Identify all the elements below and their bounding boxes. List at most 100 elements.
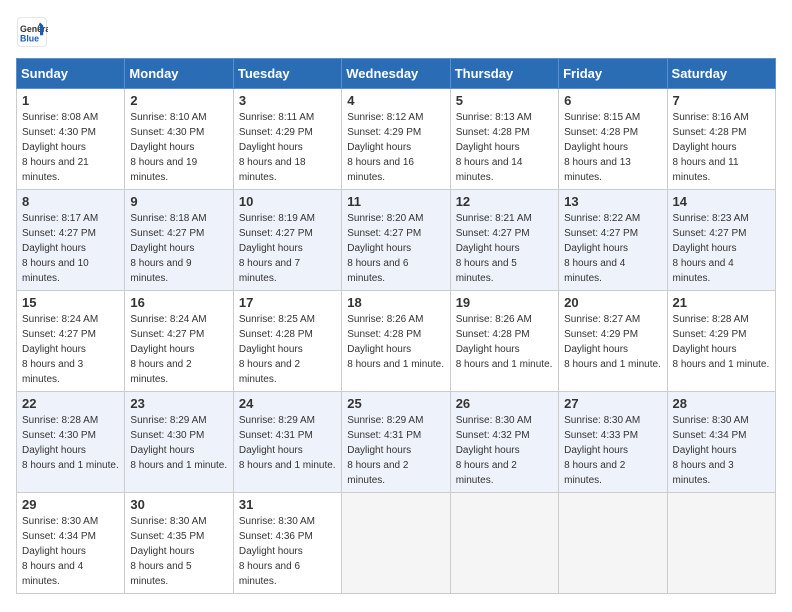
calendar-cell: 29 Sunrise: 8:30 AMSunset: 4:34 PMDayligh… [17,493,125,594]
day-info: Sunrise: 8:13 AMSunset: 4:28 PMDaylight … [456,110,553,185]
calendar-cell: 4 Sunrise: 8:12 AMSunset: 4:29 PMDaylight… [342,89,450,190]
day-info: Sunrise: 8:30 AMSunset: 4:35 PMDaylight … [130,514,227,589]
weekday-header-tuesday: Tuesday [233,59,341,89]
day-number: 4 [347,93,444,108]
day-info: Sunrise: 8:30 AMSunset: 4:34 PMDaylight … [22,514,119,589]
day-number: 7 [673,93,770,108]
day-number: 18 [347,295,444,310]
day-number: 11 [347,194,444,209]
calendar-cell: 12 Sunrise: 8:21 AMSunset: 4:27 PMDayligh… [450,190,558,291]
calendar-cell: 22 Sunrise: 8:28 AMSunset: 4:30 PMDayligh… [17,392,125,493]
svg-text:Blue: Blue [20,34,39,44]
day-number: 27 [564,396,661,411]
day-number: 2 [130,93,227,108]
day-number: 3 [239,93,336,108]
calendar-cell [450,493,558,594]
day-number: 8 [22,194,119,209]
calendar-cell: 10 Sunrise: 8:19 AMSunset: 4:27 PMDayligh… [233,190,341,291]
calendar-cell [342,493,450,594]
day-number: 23 [130,396,227,411]
calendar-week-5: 29 Sunrise: 8:30 AMSunset: 4:34 PMDayligh… [17,493,776,594]
weekday-header-saturday: Saturday [667,59,775,89]
day-number: 12 [456,194,553,209]
day-number: 6 [564,93,661,108]
day-number: 22 [22,396,119,411]
day-number: 13 [564,194,661,209]
day-info: Sunrise: 8:10 AMSunset: 4:30 PMDaylight … [130,110,227,185]
day-info: Sunrise: 8:29 AMSunset: 4:31 PMDaylight … [239,413,336,473]
day-number: 26 [456,396,553,411]
calendar-cell: 25Sunrise: 8:29 AMSunset: 4:31 PMDayligh… [342,392,450,493]
day-info: Sunrise: 8:19 AMSunset: 4:27 PMDaylight … [239,211,336,286]
day-info: Sunrise: 8:29 AMSunset: 4:31 PMDaylight … [347,413,444,488]
day-number: 29 [22,497,119,512]
day-number: 5 [456,93,553,108]
day-info: Sunrise: 8:22 AMSunset: 4:27 PMDaylight … [564,211,661,286]
weekday-header-monday: Monday [125,59,233,89]
calendar-cell: 20 Sunrise: 8:27 AMSunset: 4:29 PMDayligh… [559,291,667,392]
day-info: Sunrise: 8:28 AMSunset: 4:30 PMDaylight … [22,413,119,473]
day-info: Sunrise: 8:18 AMSunset: 4:27 PMDaylight … [130,211,227,286]
calendar-table: SundayMondayTuesdayWednesdayThursdayFrid… [16,58,776,594]
day-number: 30 [130,497,227,512]
day-number: 28 [673,396,770,411]
day-info: Sunrise: 8:30 AMSunset: 4:32 PMDaylight … [456,413,553,488]
day-info: Sunrise: 8:20 AMSunset: 4:27 PMDaylight … [347,211,444,286]
day-info: Sunrise: 8:30 AMSunset: 4:34 PMDaylight … [673,413,770,488]
day-info: Sunrise: 8:26 AMSunset: 4:28 PMDaylight … [456,312,553,372]
calendar-week-3: 15 Sunrise: 8:24 AMSunset: 4:27 PMDayligh… [17,291,776,392]
weekday-header-wednesday: Wednesday [342,59,450,89]
calendar-cell: 31Sunrise: 8:30 AMSunset: 4:36 PMDayligh… [233,493,341,594]
weekday-header-thursday: Thursday [450,59,558,89]
calendar-cell: 30 Sunrise: 8:30 AMSunset: 4:35 PMDayligh… [125,493,233,594]
day-info: Sunrise: 8:26 AMSunset: 4:28 PMDaylight … [347,312,444,372]
weekday-header-friday: Friday [559,59,667,89]
calendar-cell: 17Sunrise: 8:25 AMSunset: 4:28 PMDayligh… [233,291,341,392]
calendar-week-1: 1Sunrise: 8:08 AMSunset: 4:30 PMDaylight… [17,89,776,190]
day-number: 14 [673,194,770,209]
day-info: Sunrise: 8:27 AMSunset: 4:29 PMDaylight … [564,312,661,372]
calendar-cell: 6 Sunrise: 8:15 AMSunset: 4:28 PMDaylight… [559,89,667,190]
calendar-week-2: 8 Sunrise: 8:17 AMSunset: 4:27 PMDaylight… [17,190,776,291]
day-number: 24 [239,396,336,411]
day-info: Sunrise: 8:30 AMSunset: 4:33 PMDaylight … [564,413,661,488]
day-number: 21 [673,295,770,310]
day-info: Sunrise: 8:25 AMSunset: 4:28 PMDaylight … [239,312,336,387]
calendar-cell: 28 Sunrise: 8:30 AMSunset: 4:34 PMDayligh… [667,392,775,493]
day-number: 9 [130,194,227,209]
calendar-cell: 24 Sunrise: 8:29 AMSunset: 4:31 PMDayligh… [233,392,341,493]
calendar-cell [559,493,667,594]
day-info: Sunrise: 8:12 AMSunset: 4:29 PMDaylight … [347,110,444,185]
day-info: Sunrise: 8:11 AMSunset: 4:29 PMDaylight … [239,110,336,185]
day-info: Sunrise: 8:21 AMSunset: 4:27 PMDaylight … [456,211,553,286]
calendar-cell: 14Sunrise: 8:23 AMSunset: 4:27 PMDayligh… [667,190,775,291]
day-number: 16 [130,295,227,310]
calendar-cell: 2 Sunrise: 8:10 AMSunset: 4:30 PMDaylight… [125,89,233,190]
day-info: Sunrise: 8:24 AMSunset: 4:27 PMDaylight … [130,312,227,387]
calendar-cell: 26 Sunrise: 8:30 AMSunset: 4:32 PMDayligh… [450,392,558,493]
calendar-cell: 5 Sunrise: 8:13 AMSunset: 4:28 PMDaylight… [450,89,558,190]
page-header: General Blue [16,16,776,48]
calendar-cell: 21Sunrise: 8:28 AMSunset: 4:29 PMDayligh… [667,291,775,392]
day-number: 10 [239,194,336,209]
svg-text:General: General [20,24,48,34]
calendar-cell: 18 Sunrise: 8:26 AMSunset: 4:28 PMDayligh… [342,291,450,392]
calendar-cell: 16 Sunrise: 8:24 AMSunset: 4:27 PMDayligh… [125,291,233,392]
day-number: 31 [239,497,336,512]
day-info: Sunrise: 8:15 AMSunset: 4:28 PMDaylight … [564,110,661,185]
day-number: 19 [456,295,553,310]
weekday-header-sunday: Sunday [17,59,125,89]
calendar-cell: 27 Sunrise: 8:30 AMSunset: 4:33 PMDayligh… [559,392,667,493]
calendar-cell: 1Sunrise: 8:08 AMSunset: 4:30 PMDaylight… [17,89,125,190]
calendar-week-4: 22 Sunrise: 8:28 AMSunset: 4:30 PMDayligh… [17,392,776,493]
calendar-cell [667,493,775,594]
day-number: 1 [22,93,119,108]
day-number: 15 [22,295,119,310]
day-number: 20 [564,295,661,310]
day-info: Sunrise: 8:17 AMSunset: 4:27 PMDaylight … [22,211,119,286]
calendar-cell: 9 Sunrise: 8:18 AMSunset: 4:27 PMDaylight… [125,190,233,291]
calendar-cell: 11 Sunrise: 8:20 AMSunset: 4:27 PMDayligh… [342,190,450,291]
calendar-cell: 23Sunrise: 8:29 AMSunset: 4:30 PMDayligh… [125,392,233,493]
calendar-cell: 3 Sunrise: 8:11 AMSunset: 4:29 PMDaylight… [233,89,341,190]
day-info: Sunrise: 8:24 AMSunset: 4:27 PMDaylight … [22,312,119,387]
